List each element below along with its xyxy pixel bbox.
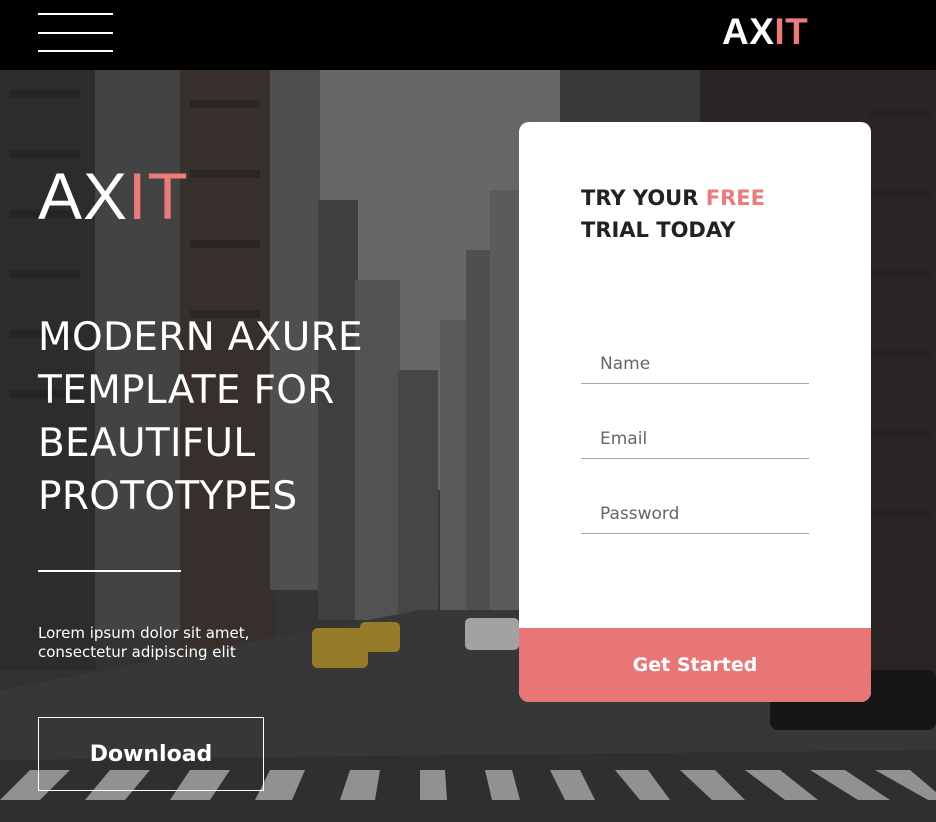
hamburger-menu-icon[interactable] — [38, 13, 113, 53]
hero-headline: MODERN AXURE TEMPLATE FOR BEAUTIFUL PROT… — [38, 315, 363, 519]
signup-title: TRY YOUR FREE TRIAL TODAY — [581, 186, 765, 242]
hero-divider — [38, 570, 181, 572]
top-navigation-bar: AXIT — [0, 0, 936, 70]
email-field[interactable] — [581, 419, 809, 459]
header-logo[interactable]: AXIT — [722, 10, 808, 54]
download-button[interactable]: Download — [38, 717, 264, 791]
get-started-button[interactable]: Get Started — [519, 628, 871, 702]
signup-card: TRY YOUR FREE TRIAL TODAY Get Started — [519, 122, 871, 702]
password-field[interactable] — [581, 494, 809, 534]
hero-logo: AXIT — [38, 159, 189, 233]
hero-description: Lorem ipsum dolor sit amet, consectetur … — [38, 624, 250, 661]
free-highlight: FREE — [705, 186, 765, 210]
name-field[interactable] — [581, 344, 809, 384]
hero-section: AXIT MODERN AXURE TEMPLATE FOR BEAUTIFUL… — [0, 70, 936, 822]
